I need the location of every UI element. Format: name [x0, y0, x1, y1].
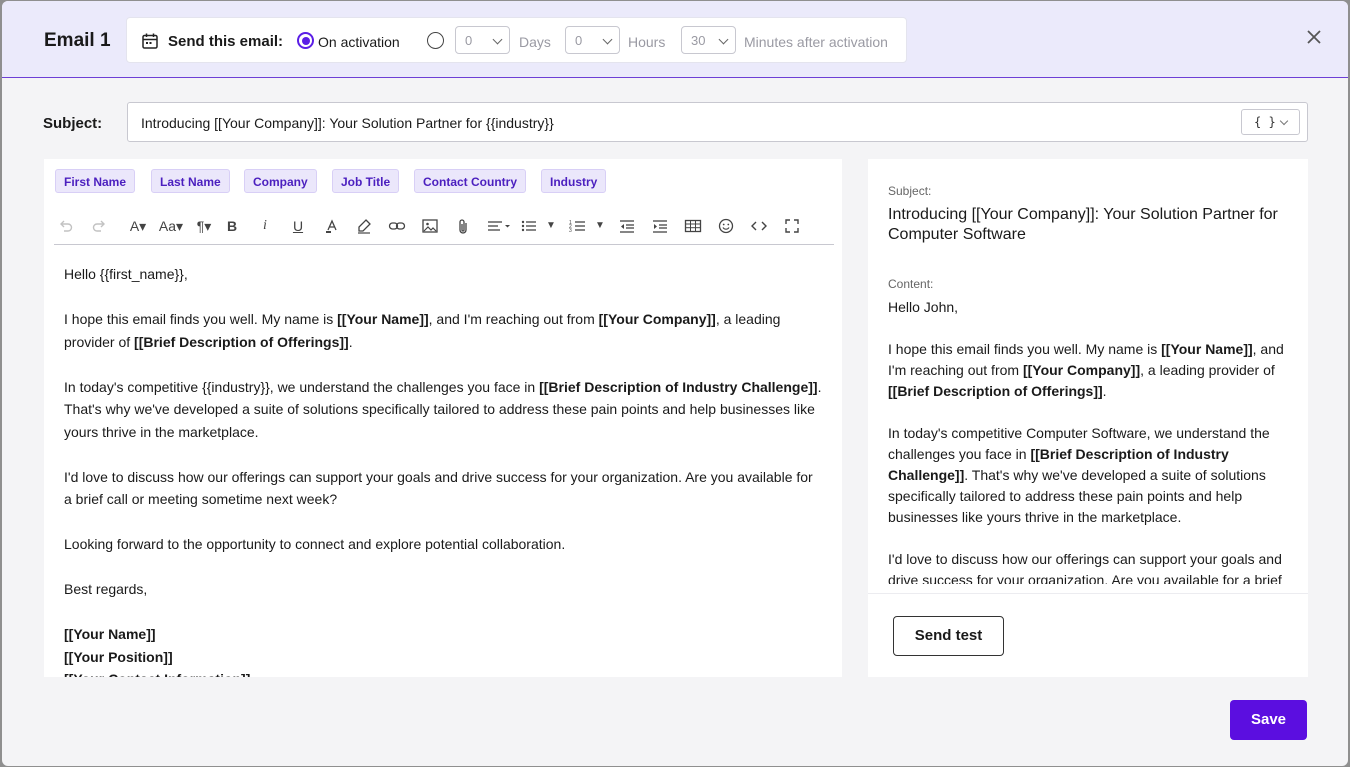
redo-icon[interactable]	[87, 215, 111, 237]
font-size-icon[interactable]: Aa▾	[155, 215, 187, 237]
signature: [[Your Name]] [[Your Position]] [[Your C…	[64, 623, 824, 677]
body-paragraph: Looking forward to the opportunity to co…	[64, 536, 566, 552]
tag-job-title[interactable]: Job Title	[332, 169, 400, 193]
signature-contact: [[Your Contact Information]]	[64, 668, 824, 677]
preview-footer: Send test	[868, 593, 1308, 677]
preview-content: Hello John, I hope this email finds you …	[888, 297, 1288, 584]
send-test-button[interactable]: Send test	[893, 616, 1004, 656]
tag-company[interactable]: Company	[244, 169, 317, 193]
preview-subject-label: Subject:	[888, 184, 932, 198]
italic-icon[interactable]: i	[253, 215, 277, 237]
body-paragraph: I'd love to discuss how our offerings ca…	[64, 468, 813, 508]
link-icon[interactable]	[385, 215, 409, 237]
attachment-icon[interactable]	[451, 215, 475, 237]
svg-text:3: 3	[569, 228, 572, 234]
numbered-list-icon[interactable]: 123	[566, 215, 590, 237]
font-family-icon[interactable]: A▾	[124, 215, 152, 237]
schedule-bar: Send this email: On activation 0 Days 0 …	[126, 17, 907, 63]
email-title: Email 1	[44, 30, 111, 51]
days-unit: Days	[519, 34, 551, 50]
insert-variable-button[interactable]: { }	[1241, 109, 1300, 135]
preview-paragraph: I'd love to discuss how our offerings ca…	[888, 551, 1282, 584]
modal-header: Email 1 Send this email: On activation 0…	[2, 1, 1348, 78]
paragraph-format-icon[interactable]: ¶▾	[190, 215, 218, 237]
chevron-down-icon	[718, 34, 729, 45]
minutes-unit: Minutes after activation	[744, 34, 888, 50]
editor-toolbar: A▾ Aa▾ ¶▾ B i U ▼ 123 ▼	[54, 209, 834, 245]
chevron-down-icon	[1279, 116, 1289, 126]
body-greeting: Hello {{first_name}},	[64, 266, 188, 282]
email-editor: First Name Last Name Company Job Title C…	[44, 159, 842, 677]
email-modal: Email 1 Send this email: On activation 0…	[2, 1, 1348, 766]
preview-greeting: Hello John,	[888, 299, 959, 315]
close-icon[interactable]	[1305, 28, 1323, 46]
send-label: Send this email:	[168, 33, 284, 50]
preview-subject: Introducing [[Your Company]]: Your Solut…	[888, 206, 1278, 243]
bullet-list-icon[interactable]	[517, 215, 541, 237]
code-view-icon[interactable]	[747, 215, 771, 237]
body-paragraph: I hope this email finds you well. My nam…	[64, 311, 781, 350]
fullscreen-icon[interactable]	[780, 215, 804, 237]
signature-position: [[Your Position]]	[64, 648, 173, 665]
hours-unit: Hours	[628, 34, 666, 50]
image-icon[interactable]	[418, 215, 442, 237]
tag-industry[interactable]: Industry	[541, 169, 607, 193]
chevron-down-icon	[602, 34, 613, 45]
indent-icon[interactable]	[648, 215, 672, 237]
subject-label: Subject:	[43, 115, 103, 132]
email-preview: Subject: Introducing [[Your Company]]: Y…	[868, 159, 1308, 677]
email-body[interactable]: Hello {{first_name}}, I hope this email …	[64, 263, 824, 677]
chevron-down-icon[interactable]: ▼	[593, 215, 607, 237]
preview-content-label: Content:	[888, 277, 934, 291]
on-activation-radio[interactable]	[297, 32, 314, 49]
chevron-down-icon[interactable]: ▼	[544, 215, 558, 237]
on-activation-label[interactable]: On activation	[318, 34, 400, 50]
highlight-icon[interactable]	[352, 215, 376, 237]
tag-contact-country[interactable]: Contact Country	[414, 169, 526, 193]
outdent-icon[interactable]	[615, 215, 639, 237]
preview-paragraph: In today's competitive Computer Software…	[888, 425, 1270, 525]
preview-paragraph: I hope this email finds you well. My nam…	[888, 341, 1284, 399]
minutes-select[interactable]: 30	[681, 26, 736, 54]
body-paragraph: In today's competitive {{industry}}, we …	[64, 378, 822, 440]
subject-value: Introducing [[Your Company]]: Your Solut…	[141, 115, 554, 131]
body-closing: Best regards,	[64, 581, 148, 597]
bold-icon[interactable]: B	[220, 215, 244, 237]
tag-first-name[interactable]: First Name	[55, 169, 136, 193]
subject-input[interactable]: Introducing [[Your Company]]: Your Solut…	[127, 102, 1308, 142]
save-button[interactable]: Save	[1230, 700, 1307, 740]
emoji-icon[interactable]	[714, 215, 738, 237]
signature-name: [[Your Name]]	[64, 626, 156, 642]
days-select[interactable]: 0	[455, 26, 510, 54]
calendar-icon	[142, 33, 158, 49]
text-color-icon[interactable]	[319, 215, 343, 237]
delay-radio[interactable]	[427, 32, 444, 49]
undo-icon[interactable]	[54, 215, 78, 237]
tag-last-name[interactable]: Last Name	[151, 169, 230, 193]
chevron-down-icon	[492, 34, 503, 45]
hours-select[interactable]: 0	[565, 26, 620, 54]
align-icon[interactable]	[484, 215, 514, 237]
underline-icon[interactable]: U	[286, 215, 310, 237]
table-icon[interactable]	[681, 215, 705, 237]
